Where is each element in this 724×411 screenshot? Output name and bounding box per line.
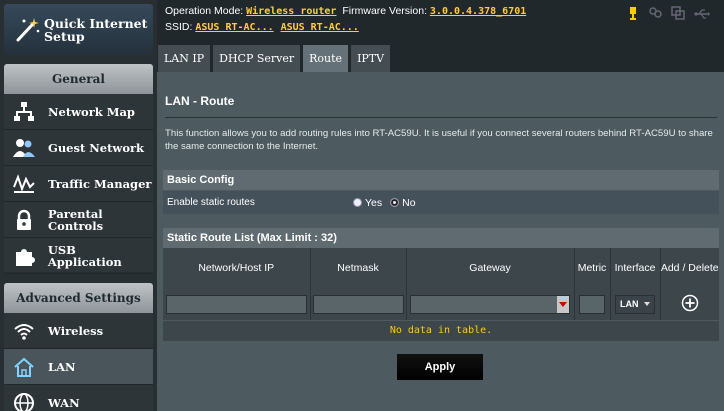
sidebar-item-network-map[interactable]: Network Map bbox=[4, 94, 153, 130]
magic-wand-icon bbox=[12, 13, 42, 47]
sidebar-item-label: Network Map bbox=[48, 104, 135, 119]
table-input-row: LAN bbox=[163, 288, 719, 320]
lock-icon bbox=[12, 208, 36, 232]
sidebar-item-label: WAN bbox=[48, 395, 80, 410]
page-title: LAN - Route bbox=[165, 94, 235, 108]
page-description: This function allows you to add routing … bbox=[165, 128, 713, 152]
firmware-label: Firmware Version: bbox=[342, 5, 427, 17]
tab-route[interactable]: Route bbox=[303, 45, 349, 72]
col-interface: Interface bbox=[610, 248, 661, 288]
enable-static-routes-radios: Yes No bbox=[353, 197, 416, 209]
sidebar-item-label: Guest Network bbox=[48, 140, 145, 155]
radio-yes-label: Yes bbox=[365, 196, 383, 209]
tab-dhcp-server[interactable]: DHCP Server bbox=[213, 45, 301, 72]
sidebar-item-label: Parental Controls bbox=[48, 206, 104, 233]
enable-static-routes-label: Enable static routes bbox=[167, 197, 255, 208]
title-divider bbox=[165, 117, 717, 118]
sidebar-item-wan[interactable]: WAN bbox=[4, 385, 153, 411]
sidebar-item-traffic-manager[interactable]: Traffic Manager bbox=[4, 166, 153, 202]
usb-icon[interactable] bbox=[694, 7, 710, 25]
advanced-settings-menu: Advanced Settings Wireless LAN WAN bbox=[4, 283, 153, 411]
clients-icon[interactable] bbox=[648, 6, 662, 25]
radio-no[interactable] bbox=[390, 198, 400, 207]
col-netmask: Netmask bbox=[310, 248, 407, 288]
col-gateway: Gateway bbox=[406, 248, 575, 288]
sidebar: Quick Internet Setup General Network Map bbox=[0, 0, 157, 411]
firmware-version-link[interactable]: 3.0.0.4.378_6701 bbox=[430, 6, 526, 17]
col-add-delete: Add / Delete bbox=[660, 248, 719, 288]
general-menu-header: General bbox=[4, 64, 153, 94]
sidebar-item-label: LAN bbox=[48, 359, 76, 374]
notification-icon[interactable] bbox=[627, 6, 639, 25]
metric-input[interactable] bbox=[579, 294, 605, 314]
ssid-label: SSID: bbox=[165, 21, 193, 33]
operation-mode-link[interactable]: Wireless router bbox=[246, 6, 336, 17]
quick-internet-setup-label: Quick Internet Setup bbox=[44, 15, 148, 44]
guest-network-icon bbox=[12, 136, 36, 160]
netmask-input[interactable] bbox=[312, 294, 404, 314]
sidebar-item-wireless[interactable]: Wireless bbox=[4, 313, 153, 349]
status-bar: Operation Mode: Wireless router Firmware… bbox=[157, 0, 724, 42]
globe-icon bbox=[12, 391, 36, 411]
tab-lan-ip[interactable]: LAN IP bbox=[158, 45, 211, 72]
copy-icon[interactable] bbox=[671, 6, 685, 25]
status-icons bbox=[627, 6, 710, 25]
sidebar-item-usb-application[interactable]: USB Application bbox=[4, 238, 153, 274]
network-map-icon bbox=[12, 100, 36, 124]
tab-iptv[interactable]: IPTV bbox=[351, 45, 391, 72]
interface-select[interactable]: LAN bbox=[615, 294, 655, 314]
advanced-settings-header: Advanced Settings bbox=[4, 283, 153, 313]
ssid-2g[interactable]: ASUS RT-AC... bbox=[195, 22, 273, 33]
traffic-manager-icon bbox=[12, 172, 36, 196]
sidebar-item-lan[interactable]: LAN bbox=[4, 349, 153, 385]
ssid-line: SSID: ASUS RT-AC... ASUS RT-AC... bbox=[165, 21, 359, 33]
table-header-row: Network/Host IP Netmask Gateway Metric I… bbox=[163, 248, 719, 288]
quick-internet-setup-button[interactable]: Quick Internet Setup bbox=[4, 4, 153, 55]
col-network-host-ip: Network/Host IP bbox=[163, 248, 311, 288]
main-content: LAN - Route This function allows you to … bbox=[157, 72, 724, 411]
radio-yes[interactable] bbox=[353, 198, 362, 207]
add-icon[interactable] bbox=[681, 294, 699, 315]
sidebar-item-label: Wireless bbox=[48, 323, 104, 338]
col-metric: Metric bbox=[574, 248, 611, 288]
gateway-dropdown-arrow[interactable] bbox=[557, 295, 569, 313]
lan-tabs: LAN IP DHCP Server Route IPTV bbox=[158, 45, 391, 72]
network-host-ip-input[interactable] bbox=[165, 294, 307, 314]
home-icon bbox=[12, 355, 36, 379]
sidebar-item-label: USB Application bbox=[47, 242, 122, 269]
sidebar-item-label: Traffic Manager bbox=[48, 176, 152, 191]
empty-table-message: No data in table. bbox=[163, 321, 719, 341]
ssid-5g[interactable]: ASUS RT-AC... bbox=[281, 22, 359, 33]
chevron-down-icon bbox=[644, 302, 650, 306]
operation-mode-line: Operation Mode: Wireless router Firmware… bbox=[165, 5, 526, 17]
static-route-table: Network/Host IP Netmask Gateway Metric I… bbox=[163, 248, 719, 320]
sidebar-item-guest-network[interactable]: Guest Network bbox=[4, 130, 153, 166]
puzzle-icon bbox=[12, 244, 36, 268]
interface-select-value: LAN bbox=[620, 299, 639, 309]
gateway-input[interactable] bbox=[410, 294, 570, 314]
sidebar-item-parental-controls[interactable]: Parental Controls bbox=[4, 202, 153, 238]
operation-mode-label: Operation Mode: bbox=[165, 5, 244, 17]
basic-config-header: Basic Config bbox=[163, 170, 719, 190]
general-menu: General Network Map Guest Network Traffi… bbox=[4, 64, 153, 274]
apply-button[interactable]: Apply bbox=[397, 354, 483, 380]
wifi-icon bbox=[12, 319, 36, 343]
radio-no-label: No bbox=[402, 196, 416, 209]
static-route-list-header: Static Route List (Max Limit : 32) bbox=[163, 228, 719, 248]
enable-static-routes-row: Enable static routes Yes No bbox=[163, 191, 719, 214]
